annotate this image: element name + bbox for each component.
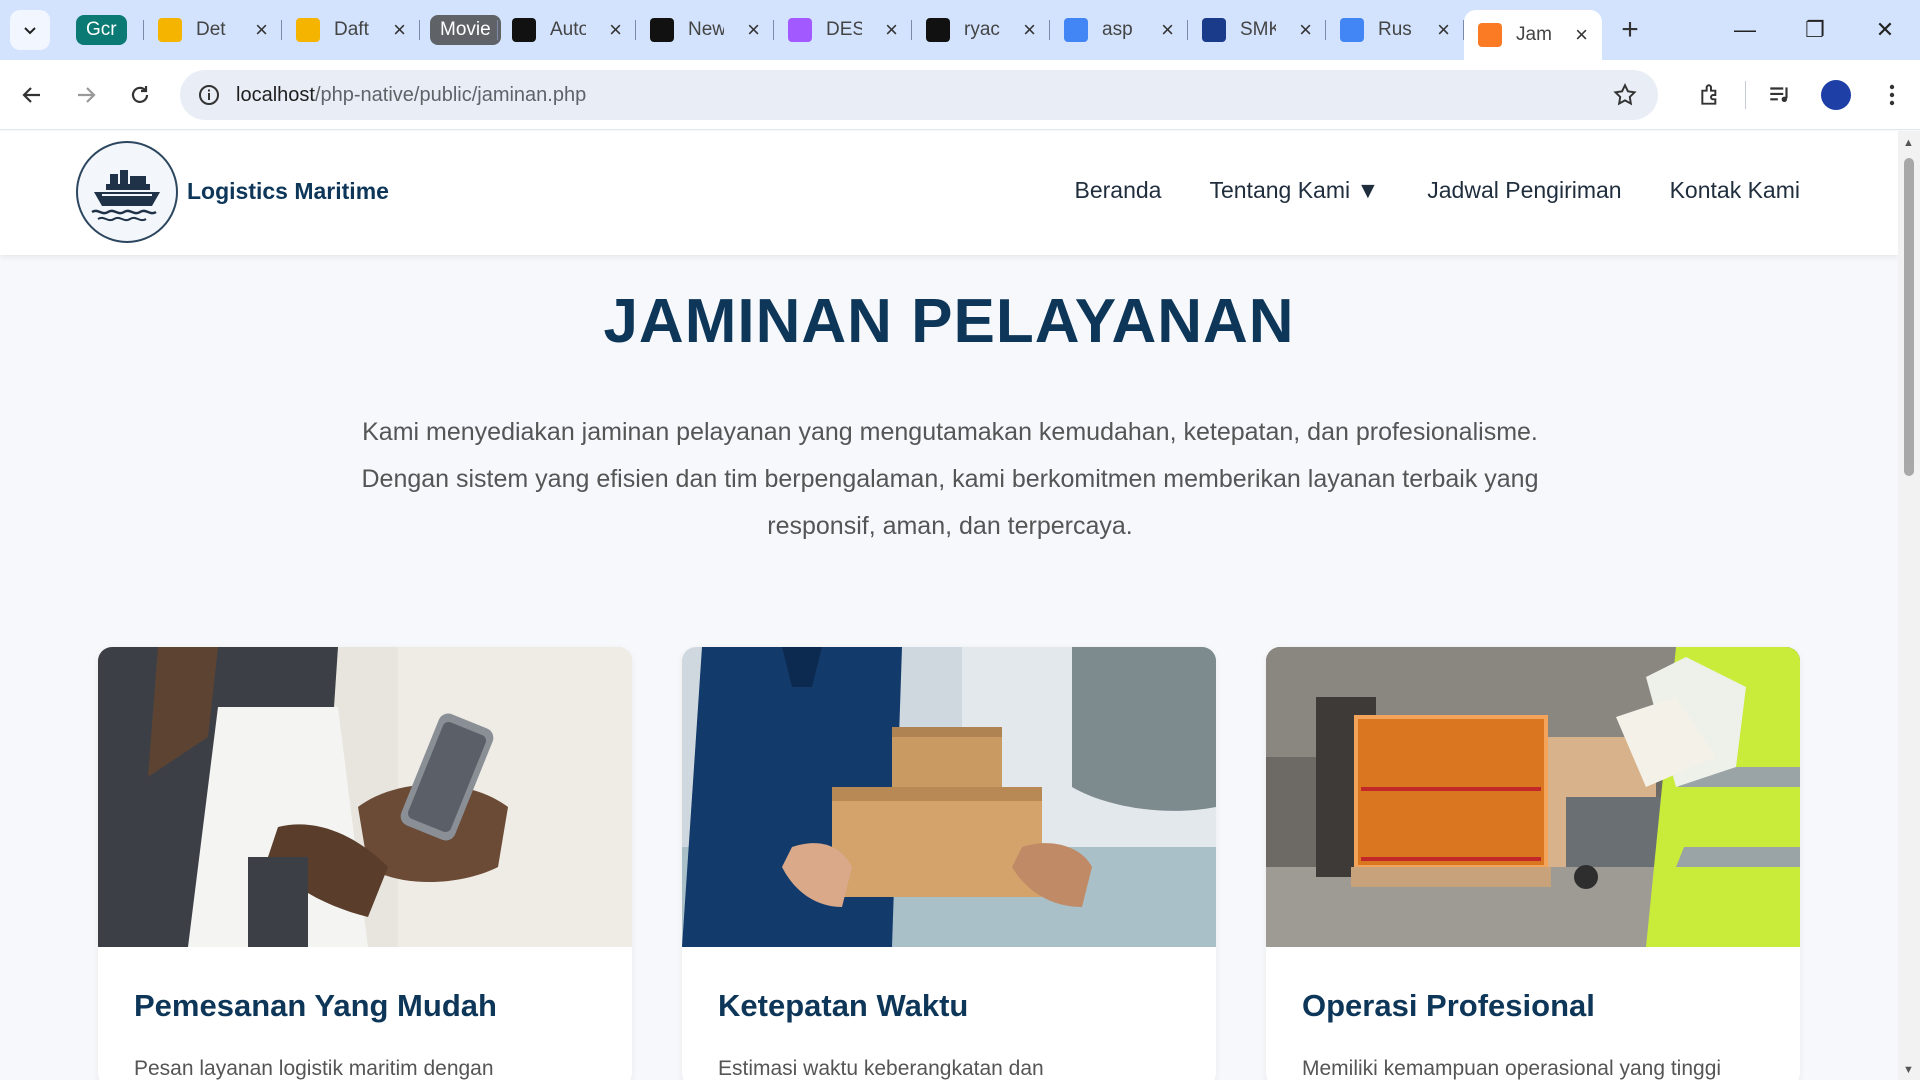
tab-title: DES [826, 19, 862, 40]
page-scrollbar[interactable]: ▲ ▼ [1898, 131, 1920, 1080]
arrow-right-icon [78, 86, 96, 103]
close-tab-icon[interactable]: × [747, 17, 760, 43]
arrow-left-icon [22, 86, 40, 103]
nav-tentang-kami-dropdown[interactable]: Tentang Kami ▼ [1209, 177, 1379, 204]
card-text: Pesan layanan logistik maritim dengan [134, 1057, 494, 1080]
tab-title: Rus [1378, 19, 1412, 40]
close-tab-icon[interactable]: × [1575, 22, 1588, 48]
address-bar[interactable]: localhost/php-native/public/jaminan.php [180, 70, 1658, 120]
tab-title: SMK [1240, 19, 1276, 40]
shield-icon [1202, 18, 1226, 42]
tab-title: Det [196, 19, 226, 40]
nav-kontak-kami[interactable]: Kontak Kami [1670, 177, 1800, 204]
tab[interactable]: DES × [774, 8, 912, 52]
tab-title: Jam [1516, 24, 1552, 45]
card-title: Ketepatan Waktu [718, 988, 969, 1023]
service-card[interactable]: Pemesanan Yang Mudah Pesan layanan logis… [98, 647, 632, 1080]
close-window-button[interactable]: ✕ [1850, 0, 1920, 60]
tab[interactable]: Det × [144, 8, 282, 52]
tab-title: Daft [334, 19, 369, 40]
logo[interactable] [76, 141, 178, 243]
chevron-down-icon [24, 27, 36, 35]
close-tab-icon[interactable]: × [885, 17, 898, 43]
main-nav: Beranda Tentang Kami ▼ Jadwal Pengiriman… [1075, 177, 1801, 204]
close-tab-icon[interactable]: × [1161, 17, 1174, 43]
xampp-icon [1478, 23, 1502, 47]
tab[interactable]: Rus × [1326, 8, 1464, 52]
scroll-up-icon[interactable]: ▲ [1903, 137, 1914, 149]
menu-kebab-icon[interactable] [1864, 60, 1920, 130]
warehouse-inspection-photo [1266, 647, 1800, 947]
tab-search-button[interactable] [10, 10, 50, 50]
tab-group-label: Movie [430, 15, 501, 45]
browser-toolbar: localhost/php-native/public/jaminan.php [0, 60, 1920, 130]
tab[interactable]: Daft × [282, 8, 420, 52]
service-card[interactable]: Operasi Profesional Memiliki kemampuan o… [1266, 647, 1800, 1080]
tab[interactable]: Auto × [498, 8, 636, 52]
profile-avatar[interactable] [1808, 60, 1864, 130]
nav-beranda[interactable]: Beranda [1075, 177, 1162, 204]
new-tab-button[interactable]: + [1610, 10, 1650, 50]
close-tab-icon[interactable]: × [609, 17, 622, 43]
nav-jadwal-pengiriman[interactable]: Jadwal Pengiriman [1427, 177, 1621, 204]
url-text: localhost/php-native/public/jaminan.php [236, 83, 587, 106]
card-title: Pemesanan Yang Mudah [134, 988, 497, 1023]
close-tab-icon[interactable]: × [393, 17, 406, 43]
close-tab-icon[interactable]: × [1437, 17, 1450, 43]
card-text: Memiliki kemampuan operasional yang ting… [1302, 1057, 1722, 1080]
site-info-icon[interactable] [184, 84, 234, 106]
minimize-button[interactable]: — [1710, 0, 1780, 60]
browser-tab-strip: Gcr Det × Daft × Movie Auto × New × DES × ryac × asp × S… [0, 0, 1920, 60]
service-cards: Pemesanan Yang Mudah Pesan layanan logis… [98, 647, 1800, 1080]
close-tab-icon[interactable]: × [1299, 17, 1312, 43]
bookmark-star-icon[interactable] [1612, 82, 1638, 113]
google-icon [1340, 18, 1364, 42]
tab-title: New [688, 19, 724, 40]
reload-icon [131, 85, 149, 103]
tab[interactable]: New × [636, 8, 774, 52]
card-text: Estimasi waktu keberangkatan dan [718, 1057, 1044, 1080]
vo-icon [512, 18, 536, 42]
extensions-icon[interactable] [1683, 60, 1739, 130]
tab[interactable]: SMK × [1188, 8, 1326, 52]
slides-icon [158, 18, 182, 42]
scrollbar-thumb[interactable] [1904, 158, 1914, 476]
card-title: Operasi Profesional [1302, 988, 1595, 1023]
brand-name[interactable]: Logistics Maritime [187, 178, 389, 205]
github-icon [926, 18, 950, 42]
back-button[interactable] [10, 73, 54, 117]
tab-active[interactable]: Jam × [1464, 10, 1602, 60]
ship-icon [91, 170, 160, 222]
tab-group-chip[interactable]: Movie [420, 8, 501, 52]
media-control-icon[interactable] [1752, 60, 1808, 130]
scroll-down-icon[interactable]: ▼ [1903, 1064, 1914, 1076]
tab-title: ryac [964, 19, 1000, 40]
restore-button[interactable]: ❐ [1780, 0, 1850, 60]
intro-paragraph: Kami menyediakan jaminan pelayanan yang … [361, 418, 1539, 540]
figma-icon [788, 18, 812, 42]
phone-order-photo [98, 647, 632, 947]
slides-icon [296, 18, 320, 42]
service-card[interactable]: Ketepatan Waktu Estimasi waktu keberangk… [682, 647, 1216, 1080]
page-title: JAMINAN PELAYANAN [603, 287, 1295, 356]
close-tab-icon[interactable]: × [1023, 17, 1036, 43]
package-delivery-photo [682, 647, 1216, 947]
close-tab-icon[interactable]: × [255, 17, 268, 43]
reload-button[interactable] [118, 73, 162, 117]
google-icon [1064, 18, 1088, 42]
tab-title: asp [1102, 19, 1133, 40]
page-viewport: Logistics Maritime Beranda Tentang Kami … [0, 131, 1898, 1080]
tab-title: Auto [550, 19, 586, 40]
tab-group-label: Gcr [76, 15, 127, 45]
triangle-icon [650, 18, 674, 42]
tab[interactable]: ryac × [912, 8, 1050, 52]
tab-group-chip[interactable]: Gcr [66, 8, 144, 52]
site-header: Logistics Maritime Beranda Tentang Kami … [0, 131, 1898, 255]
tab[interactable]: asp × [1050, 8, 1188, 52]
forward-button[interactable] [64, 73, 108, 117]
